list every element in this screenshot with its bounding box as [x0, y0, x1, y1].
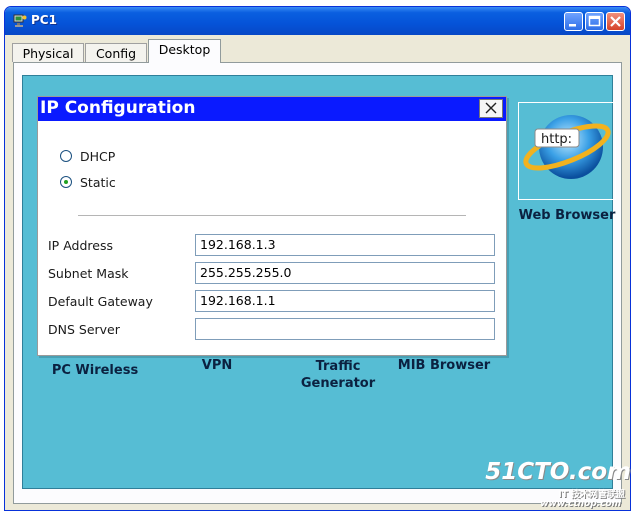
static-label: Static	[80, 175, 116, 190]
maximize-icon	[588, 15, 601, 27]
static-radio[interactable]	[60, 176, 72, 188]
traffic-generator-label[interactable]: Traffic Generator	[283, 358, 393, 392]
ip-address-label: IP Address	[48, 238, 113, 253]
watermark: 51CTO.com IT 技术网管联盟 www.ctnop.com	[485, 459, 635, 515]
close-button[interactable]	[606, 12, 625, 31]
app-window: PC1 Physical Config Desktop http: Web Br…	[4, 6, 631, 511]
ip-configuration-dialog: IP Configuration DHCP Static IP Address …	[37, 96, 507, 356]
watermark-logo: 51CTO.com	[485, 459, 631, 485]
tab-config[interactable]: Config	[85, 43, 147, 62]
traffic-generator-line1: Traffic	[315, 359, 361, 374]
default-gateway-field[interactable]: 192.168.1.1	[195, 290, 495, 312]
tab-desktop[interactable]: Desktop	[148, 39, 221, 63]
dns-server-field[interactable]	[195, 318, 495, 340]
web-browser-icon: http:	[523, 115, 611, 179]
tab-physical[interactable]: Physical	[12, 43, 84, 62]
title-bar[interactable]: PC1	[5, 7, 630, 35]
dns-server-label: DNS Server	[48, 322, 120, 337]
close-icon	[610, 16, 621, 27]
desktop-area: http: Web Browser PC Wireless VPN Traffi…	[22, 75, 616, 489]
default-gateway-label: Default Gateway	[48, 294, 153, 309]
dialog-title-bar[interactable]: IP Configuration	[38, 97, 506, 121]
separator	[78, 215, 466, 217]
maximize-button[interactable]	[585, 12, 604, 31]
pc-wireless-label[interactable]: PC Wireless	[45, 362, 145, 379]
close-icon	[485, 102, 497, 114]
dialog-close-button[interactable]	[479, 99, 503, 118]
ip-address-field[interactable]: 192.168.1.3	[195, 234, 495, 256]
window-title: PC1	[31, 13, 57, 27]
dhcp-radio[interactable]	[60, 150, 72, 162]
subnet-mask-label: Subnet Mask	[48, 266, 129, 281]
mib-browser-label[interactable]: MIB Browser	[389, 357, 499, 374]
traffic-generator-line2: Generator	[300, 376, 376, 391]
web-browser-tile[interactable]: http:	[518, 102, 616, 200]
subnet-mask-field[interactable]: 255.255.255.0	[195, 262, 495, 284]
radio-selected-dot	[64, 180, 68, 184]
pc-app-icon	[13, 14, 27, 27]
web-browser-label[interactable]: Web Browser	[518, 207, 616, 224]
watermark-url: www.ctnop.com	[540, 499, 621, 509]
dialog-title: IP Configuration	[40, 98, 196, 118]
minimize-icon	[569, 24, 576, 27]
vpn-label[interactable]: VPN	[177, 357, 257, 374]
http-text: http:	[541, 132, 572, 147]
tab-panel: http: Web Browser PC Wireless VPN Traffi…	[13, 62, 622, 504]
dhcp-label: DHCP	[80, 149, 116, 164]
minimize-button[interactable]	[564, 12, 583, 31]
